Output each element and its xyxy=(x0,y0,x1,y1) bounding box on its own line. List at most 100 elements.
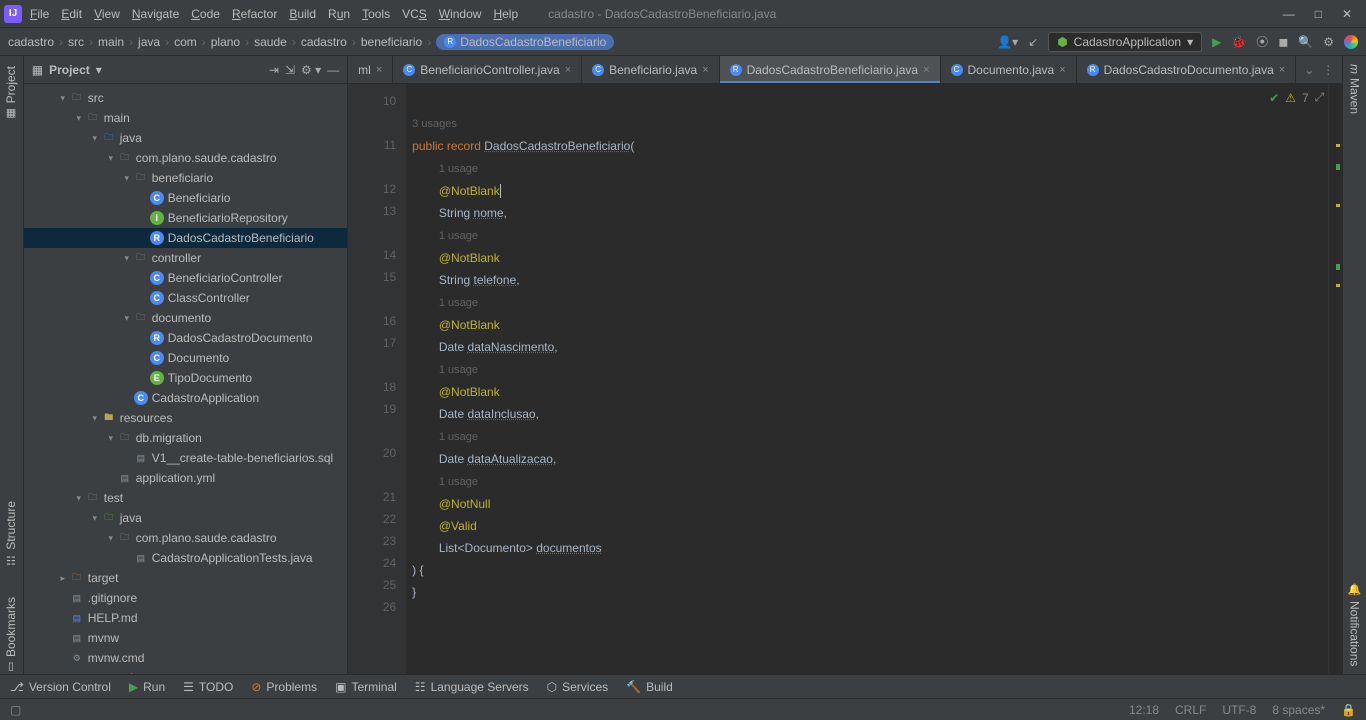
tree-tipo-documento[interactable]: ETipoDocumento xyxy=(24,368,347,388)
tree-target[interactable]: ▸🗀target xyxy=(24,568,347,588)
bc-java[interactable]: java xyxy=(138,35,160,49)
menu-view[interactable]: View xyxy=(94,7,120,21)
chevron-down-icon[interactable]: ⌄ xyxy=(1304,63,1314,77)
tab-dados-cadastro-beneficiario[interactable]: RDadosCadastroBeneficiario.java× xyxy=(720,56,941,83)
stop-button[interactable]: ◼ xyxy=(1278,35,1288,49)
gear-icon[interactable]: ⚙ ▾ xyxy=(301,63,321,77)
tool-project[interactable]: ▦ Project xyxy=(4,66,18,120)
minimize-icon[interactable]: — xyxy=(1283,7,1295,21)
tool-problems[interactable]: ⊘Problems xyxy=(251,680,317,694)
menu-tools[interactable]: Tools xyxy=(362,7,390,21)
bc-src[interactable]: src xyxy=(68,35,84,49)
tree-mvnw[interactable]: ▤mvnw xyxy=(24,628,347,648)
status-encoding[interactable]: UTF-8 xyxy=(1222,703,1256,717)
menu-file[interactable]: FFileile xyxy=(30,7,49,21)
tree-main[interactable]: ▾🗀main xyxy=(24,108,347,128)
tree-test-java[interactable]: ▾🗀java xyxy=(24,508,347,528)
tree-test-package[interactable]: ▾🗀com.plano.saude.cadastro xyxy=(24,528,347,548)
tool-todo[interactable]: ☰TODO xyxy=(183,680,233,694)
tool-terminal[interactable]: ▣Terminal xyxy=(335,680,397,694)
run-config-selector[interactable]: ⬢ CadastroApplication ▾ xyxy=(1048,32,1202,52)
menu-code[interactable]: Code xyxy=(191,7,220,21)
tree-mvnw-cmd[interactable]: ⚙mvnw.cmd xyxy=(24,648,347,668)
tool-run[interactable]: ▶Run xyxy=(129,680,165,694)
tree-dados-cadastro-documento[interactable]: RDadosCadastroDocumento xyxy=(24,328,347,348)
close-icon[interactable]: ✕ xyxy=(1342,7,1352,21)
menu-build[interactable]: Build xyxy=(289,7,316,21)
chevron-down-icon[interactable]: ▾ xyxy=(96,63,102,77)
tree-gitignore[interactable]: ▤.gitignore xyxy=(24,588,347,608)
tool-language-servers[interactable]: ☷Language Servers xyxy=(415,680,529,694)
project-panel-title[interactable]: Project xyxy=(49,63,90,77)
menu-refactor[interactable]: Refactor xyxy=(232,7,277,21)
search-icon[interactable]: 🔍 xyxy=(1298,35,1313,49)
bc-cadastro2[interactable]: cadastro xyxy=(301,35,347,49)
tab-documento[interactable]: CDocumento.java× xyxy=(941,56,1077,83)
tree-beneficiario-class[interactable]: CBeneficiario xyxy=(24,188,347,208)
tool-build[interactable]: 🔨Build xyxy=(626,680,673,694)
status-line-sep[interactable]: CRLF xyxy=(1175,703,1206,717)
tool-notifications[interactable]: 🔔 Notifications xyxy=(1348,583,1362,666)
bc-plano[interactable]: plano xyxy=(211,35,240,49)
editor-gutter[interactable]: 10 11 12 13 14 15 16 17 18 19 20 21 22 2… xyxy=(348,84,406,674)
bc-cadastro[interactable]: cadastro xyxy=(8,35,54,49)
tree-application-yml[interactable]: ▤application.yml xyxy=(24,468,347,488)
close-icon[interactable]: × xyxy=(1059,64,1065,76)
tree-src[interactable]: ▾🗀src xyxy=(24,88,347,108)
update-icon[interactable]: ↙ xyxy=(1028,35,1038,49)
menu-window[interactable]: Window xyxy=(439,7,482,21)
close-icon[interactable]: × xyxy=(702,64,708,76)
editor-body[interactable]: ✔ ⚠7 ⤢ 10 11 12 13 14 15 16 17 18 19 20 … xyxy=(348,84,1342,674)
project-tree[interactable]: ▾🗀src ▾🗀main ▾🗀java ▾🗀com.plano.saude.ca… xyxy=(24,84,347,674)
tab-beneficiario[interactable]: CBeneficiario.java× xyxy=(582,56,720,83)
tree-beneficiario-controller[interactable]: CBeneficiarioController xyxy=(24,268,347,288)
menu-vcs[interactable]: VCS xyxy=(402,7,427,21)
expand-all-icon[interactable]: ⇲ xyxy=(285,63,295,77)
tool-bookmarks[interactable]: ▯ Bookmarks xyxy=(4,597,18,674)
tree-test[interactable]: ▾🗀test xyxy=(24,488,347,508)
debug-button[interactable]: 🐞 xyxy=(1231,35,1246,49)
tool-maven[interactable]: m Maven xyxy=(1348,64,1362,114)
expand-icon[interactable]: ⤢ xyxy=(1315,90,1325,105)
tree-dados-cadastro-beneficiario[interactable]: RDadosCadastroBeneficiario xyxy=(24,228,347,248)
bc-com[interactable]: com xyxy=(174,35,197,49)
menu-edit[interactable]: Edit xyxy=(61,7,82,21)
tree-cadastro-application[interactable]: CCadastroApplication xyxy=(24,388,347,408)
tab-ml[interactable]: ml× xyxy=(348,56,393,83)
tree-db-migration[interactable]: ▾🗀db.migration xyxy=(24,428,347,448)
hide-icon[interactable]: — xyxy=(327,63,339,77)
status-icon[interactable]: ▢ xyxy=(10,703,21,717)
status-caret-pos[interactable]: 12:18 xyxy=(1129,703,1159,717)
gear-icon[interactable]: ⚙ xyxy=(1323,35,1334,49)
close-icon[interactable]: × xyxy=(565,64,571,76)
code-content[interactable]: 3 usages public record DadosCadastroBene… xyxy=(406,84,1342,674)
tool-structure[interactable]: ☷ Structure xyxy=(4,501,18,567)
coverage-button[interactable]: ⦿ xyxy=(1256,33,1268,50)
bc-saude[interactable]: saude xyxy=(254,35,287,49)
menu-help[interactable]: Help xyxy=(493,7,518,21)
bc-main[interactable]: main xyxy=(98,35,124,49)
tree-package[interactable]: ▾🗀com.plano.saude.cadastro xyxy=(24,148,347,168)
project-view-icon[interactable]: ▦ xyxy=(32,63,43,77)
bc-current[interactable]: RDadosCadastroBeneficiario xyxy=(436,34,614,50)
tree-documento-pkg[interactable]: ▾🗀documento xyxy=(24,308,347,328)
tab-beneficiario-controller[interactable]: CBeneficiarioController.java× xyxy=(393,56,582,83)
tree-class-controller[interactable]: CClassController xyxy=(24,288,347,308)
bc-beneficiario[interactable]: beneficiario xyxy=(361,35,422,49)
tree-resources[interactable]: ▾🖿resources xyxy=(24,408,347,428)
tree-documento-class[interactable]: CDocumento xyxy=(24,348,347,368)
tool-services[interactable]: ⬡Services xyxy=(547,680,609,694)
tree-help-md[interactable]: ▤HELP.md xyxy=(24,608,347,628)
more-icon[interactable]: ⋮ xyxy=(1322,63,1334,77)
tree-sql-file[interactable]: ▤V1__create-table-beneficiarios.sql xyxy=(24,448,347,468)
menu-navigate[interactable]: Navigate xyxy=(132,7,179,21)
tab-dados-cadastro-documento[interactable]: RDadosCadastroDocumento.java× xyxy=(1077,56,1297,83)
colorwheel-icon[interactable] xyxy=(1344,35,1358,49)
user-icon[interactable]: 👤▾ xyxy=(997,35,1018,49)
tool-version-control[interactable]: ⎇Version Control xyxy=(10,680,111,694)
readonly-toggle-icon[interactable]: 🔒 xyxy=(1341,703,1356,717)
run-button[interactable]: ▶ xyxy=(1212,35,1221,49)
editor-scrollbar[interactable] xyxy=(1328,84,1342,674)
close-icon[interactable]: × xyxy=(1279,64,1285,76)
editor-inspection-status[interactable]: ✔ ⚠7 ⤢ xyxy=(1269,90,1324,105)
